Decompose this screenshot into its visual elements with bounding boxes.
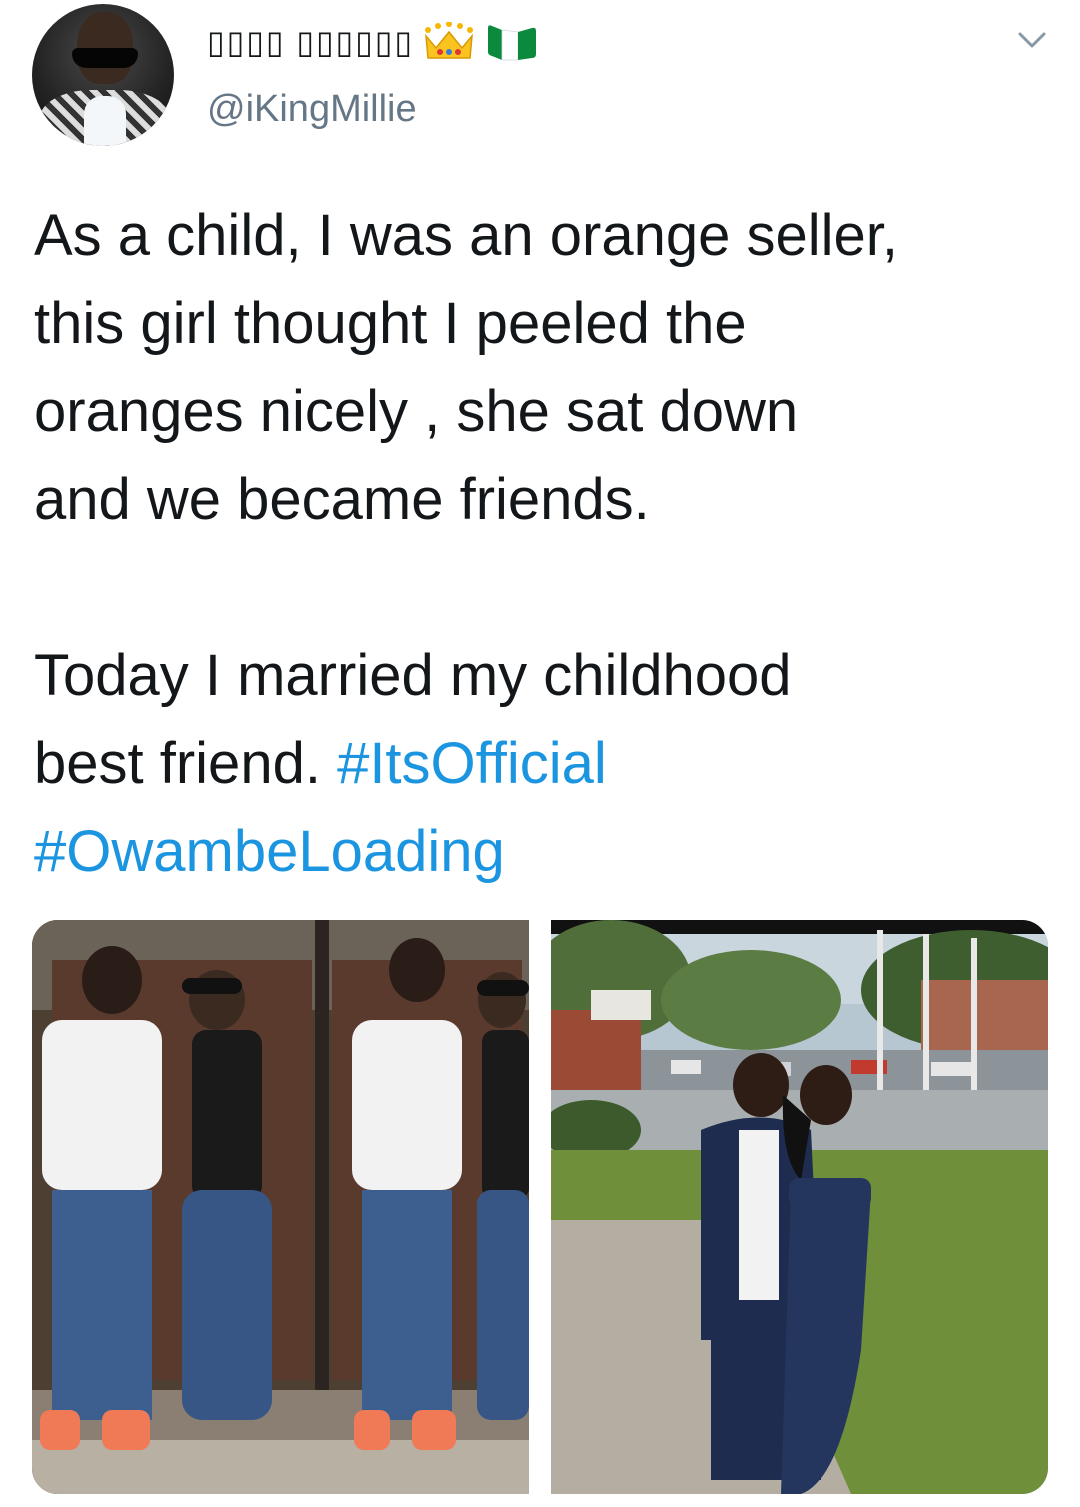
- author-display-name[interactable]: ▯▯▯▯ ▯▯▯▯▯▯: [207, 23, 414, 61]
- tweet-line: Today I married my childhood: [34, 643, 792, 708]
- tweet-text: As a child, I was an orange seller, this…: [34, 192, 1054, 896]
- tweet-line: best friend. #ItsOfficial: [34, 720, 1054, 808]
- tweet-media: [32, 920, 1049, 1494]
- hashtag-link[interactable]: #OwambeLoading: [34, 819, 505, 884]
- tweet-line: this girl thought I peeled the: [34, 291, 747, 356]
- tweet-line-text: best friend.: [34, 731, 338, 796]
- photo-childhood-friends[interactable]: [32, 920, 529, 1494]
- author-name-row[interactable]: ▯▯▯▯ ▯▯▯▯▯▯: [207, 22, 540, 62]
- chevron-down-icon[interactable]: [1014, 26, 1050, 54]
- tweet-line: and we became friends.: [34, 467, 650, 532]
- crown-icon: [422, 22, 476, 62]
- photo-wedding-couple[interactable]: [551, 920, 1048, 1494]
- nigeria-flag-icon: [484, 22, 540, 62]
- hashtag-link[interactable]: #ItsOfficial: [337, 731, 607, 796]
- tweet-line: As a child, I was an orange seller,: [34, 203, 899, 268]
- tweet-line: oranges nicely , she sat down: [34, 379, 799, 444]
- tweet-line: #OwambeLoading: [34, 808, 1054, 896]
- author-handle[interactable]: @iKingMillie: [207, 88, 417, 131]
- avatar[interactable]: [32, 4, 174, 146]
